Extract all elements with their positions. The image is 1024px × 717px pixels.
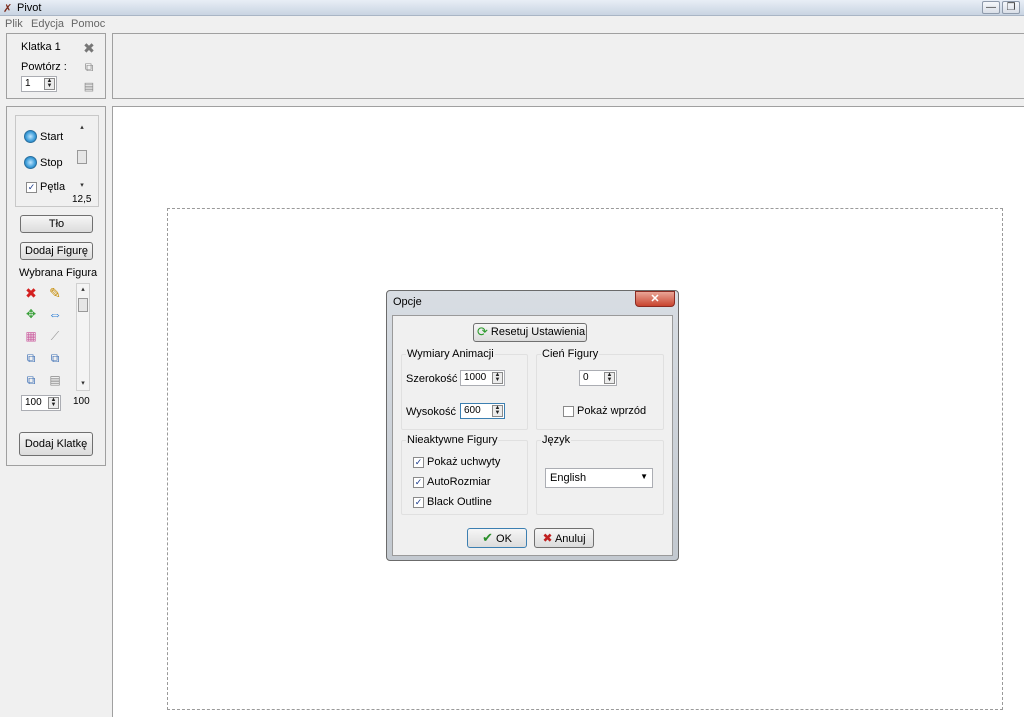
app-icon: ✗ [3, 3, 13, 15]
reset-settings-label: Resetuj Ustawienia [490, 326, 586, 338]
add-frame-button[interactable]: Dodaj Klatkę [19, 432, 93, 456]
start-label[interactable]: Start [40, 131, 63, 143]
timeline-strip[interactable] [112, 33, 1024, 99]
speed-slider-thumb[interactable] [77, 150, 87, 164]
dialog-body: ⟳ Resetuj Ustawienia Wymiary Animacji Sz… [392, 315, 673, 556]
ok-button[interactable]: ✔ OK [467, 528, 527, 548]
speed-slider[interactable]: ▴ ▾ [76, 122, 90, 192]
speed-down-icon[interactable]: ▾ [76, 181, 88, 191]
language-select[interactable]: English ▼ [545, 468, 653, 488]
shadow-title: Cień Figury [541, 348, 600, 360]
height-value: 600 [464, 405, 481, 416]
autosize-checkbox[interactable]: ✓ [413, 477, 424, 488]
frame-label: Klatka 1 [21, 41, 61, 53]
bring-front-icon[interactable]: ⧉ [23, 350, 39, 366]
shadow-value: 0 [583, 372, 589, 383]
reset-settings-button[interactable]: ⟳ Resetuj Ustawienia [473, 323, 587, 342]
dimensions-group: Wymiary Animacji Szerokość 1000 ▲ ▼ Wysok… [401, 348, 528, 430]
dimensions-title: Wymiary Animacji [406, 348, 495, 360]
chevron-down-icon: ▼ [640, 472, 648, 481]
repeat-value: 1 [25, 78, 31, 89]
width-label: Szerokość [406, 373, 458, 385]
show-handles-checkbox[interactable]: ✓ [413, 457, 424, 468]
black-outline-label: Black Outline [427, 496, 492, 508]
language-group: Język English ▼ [536, 434, 664, 515]
height-stepper[interactable]: 600 ▲ ▼ [460, 403, 505, 419]
language-title: Język [541, 434, 572, 446]
speed-up-icon[interactable]: ▴ [76, 123, 88, 133]
check-icon: ✔ [482, 530, 493, 545]
height-label: Wysokość [406, 406, 457, 418]
ok-label: OK [496, 533, 512, 545]
playback-group: Start Stop ✓ Pętla ▴ ▾ 12,5 [15, 115, 99, 207]
repeat-stepper[interactable]: 1 ▲ ▼ [21, 76, 57, 92]
stepper-arrows-icon[interactable]: ▲ ▼ [48, 397, 59, 409]
edit-figure-icon[interactable]: ✎ [47, 285, 63, 301]
stop-label[interactable]: Stop [40, 157, 63, 169]
selected-figure-label: Wybrana Figura [19, 267, 98, 279]
minimize-button[interactable]: — [982, 1, 1000, 14]
scale-stepper[interactable]: 100 ▲ ▼ [21, 395, 61, 411]
scale-slider-thumb[interactable] [78, 298, 88, 312]
scale-down-icon[interactable]: ▾ [77, 379, 89, 389]
black-outline-checkbox[interactable]: ✓ [413, 497, 424, 508]
flip-figure-icon[interactable]: ⇔ [47, 306, 63, 322]
delete-frame-icon[interactable]: ✖ [81, 40, 97, 56]
send-back-icon[interactable]: ⧉ [47, 350, 63, 366]
play-icon[interactable] [24, 130, 37, 143]
stepper-arrows-icon[interactable]: ▲ ▼ [492, 405, 503, 417]
speed-value: 12,5 [72, 194, 92, 205]
cancel-icon: ✖ [542, 531, 553, 545]
menu-file[interactable]: Plik [5, 18, 23, 30]
show-handles-label: Pokaż uchwyty [427, 456, 501, 468]
scale-value: 100 [25, 397, 42, 408]
tool-figure-icon[interactable]: ⟋ [47, 328, 63, 344]
window-title: Pivot [17, 2, 42, 14]
copy-figure-icon[interactable]: ⧉ [23, 372, 39, 388]
shadow-group: Cień Figury 0 ▲ ▼ Pokaż wprzód [536, 348, 664, 430]
close-icon[interactable]: ✕ [635, 291, 675, 307]
figure-scale-slider[interactable]: ▴ ▾ [76, 283, 90, 391]
shadow-stepper[interactable]: 0 ▲ ▼ [579, 370, 617, 386]
loop-label: Pętla [40, 181, 66, 193]
cancel-label: Anuluj [554, 533, 586, 545]
menu-help[interactable]: Pomoc [71, 18, 105, 30]
loop-checkbox[interactable]: ✓ [26, 182, 37, 193]
width-value: 1000 [464, 372, 487, 383]
title-bar: ✗ Pivot — ❐ [0, 0, 1024, 16]
scale-up-icon[interactable]: ▴ [77, 285, 89, 295]
stop-icon[interactable] [24, 156, 37, 169]
language-value: English [550, 472, 587, 484]
cancel-button[interactable]: ✖ Anuluj [534, 528, 594, 548]
inactive-figures-group: Nieaktywne Figury ✓ Pokaż uchwyty ✓ Auto… [401, 434, 528, 515]
options-dialog: Opcje ✕ ⟳ Resetuj Ustawienia Wymiary Ani… [386, 290, 679, 561]
frame-panel: Klatka 1 Powtórz : 1 ▲ ▼ ✖ ⧉ ▤ [6, 33, 106, 99]
background-button[interactable]: Tło [20, 215, 93, 233]
stepper-arrows-icon[interactable]: ▲ ▼ [492, 372, 503, 384]
show-front-label: Pokaż wprzód [577, 405, 647, 417]
repeat-label: Powtórz : [21, 61, 67, 73]
width-stepper[interactable]: 1000 ▲ ▼ [460, 370, 505, 386]
inactive-figures-title: Nieaktywne Figury [406, 434, 499, 446]
dialog-title: Opcje [393, 296, 422, 308]
autosize-label: AutoRozmiar [427, 476, 491, 488]
delete-figure-icon[interactable]: ✖ [23, 285, 39, 301]
show-front-checkbox[interactable] [563, 406, 574, 417]
tool-panel: Start Stop ✓ Pętla ▴ ▾ 12,5 Tło Dodaj Fi… [6, 106, 106, 466]
stepper-arrows-icon[interactable]: ▲ ▼ [44, 78, 55, 90]
color-figure-icon[interactable]: ▦ [23, 328, 39, 344]
menu-edit[interactable]: Edycja [31, 18, 64, 30]
stepper-arrows-icon[interactable]: ▲ ▼ [604, 372, 615, 384]
paste-figure-icon[interactable]: ▤ [47, 372, 63, 388]
paste-frame-icon[interactable]: ▤ [81, 79, 97, 95]
maximize-button[interactable]: ❐ [1002, 1, 1020, 14]
scale-readout: 100 [73, 396, 90, 407]
refresh-icon: ⟳ [477, 324, 488, 339]
copy-frame-icon[interactable]: ⧉ [81, 59, 97, 75]
menu-bar: Plik Edycja Pomoc [0, 16, 1024, 33]
add-figure-button[interactable]: Dodaj Figurę [20, 242, 93, 260]
move-figure-icon[interactable]: ✥ [23, 306, 39, 322]
